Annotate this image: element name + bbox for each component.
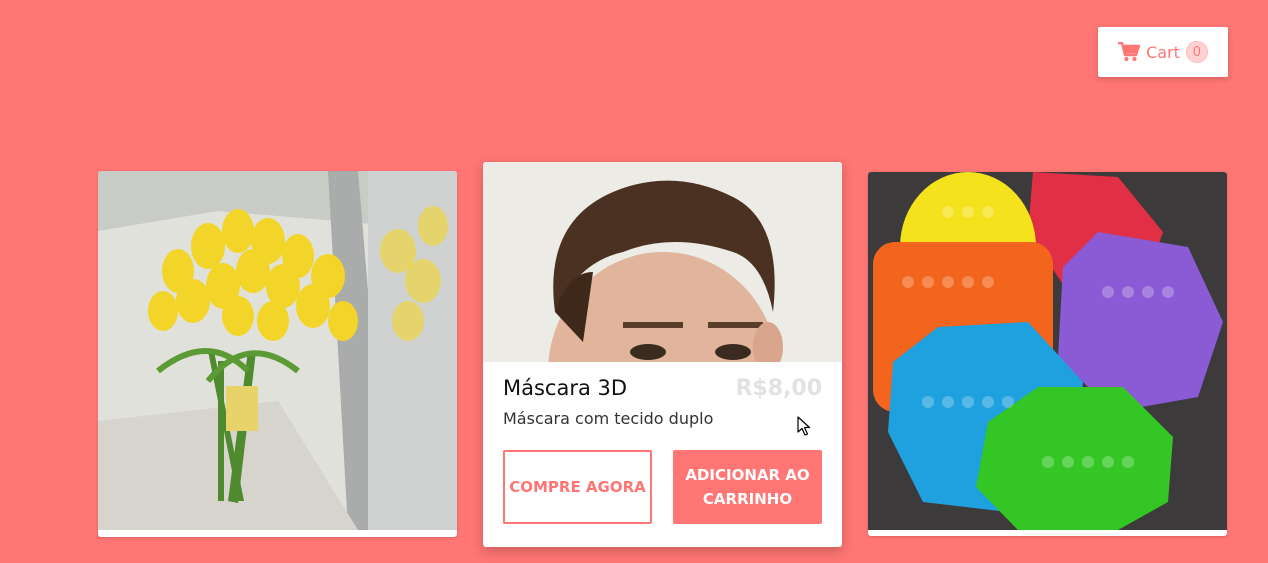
product-price: R$8,00 [735, 376, 822, 401]
product-description: Máscara com tecido duplo [503, 409, 714, 428]
product-card[interactable] [868, 172, 1227, 536]
add-to-cart-button[interactable]: ADICIONAR AO CARRINHO [673, 450, 822, 524]
product-image [868, 172, 1227, 530]
product-image [483, 162, 842, 362]
shopping-cart-icon [1118, 42, 1141, 62]
buy-now-button[interactable]: COMPRE AGORA [503, 450, 652, 524]
product-title: Máscara 3D [503, 376, 628, 400]
product-card[interactable] [98, 171, 457, 537]
cart-button[interactable]: Cart 0 [1098, 27, 1228, 77]
product-card-featured[interactable]: Máscara 3D R$8,00 Máscara com tecido dup… [483, 162, 842, 547]
mouse-cursor-icon [797, 416, 811, 436]
product-image [98, 171, 457, 530]
cart-count-badge: 0 [1185, 41, 1208, 63]
cart-label: Cart [1146, 42, 1180, 62]
